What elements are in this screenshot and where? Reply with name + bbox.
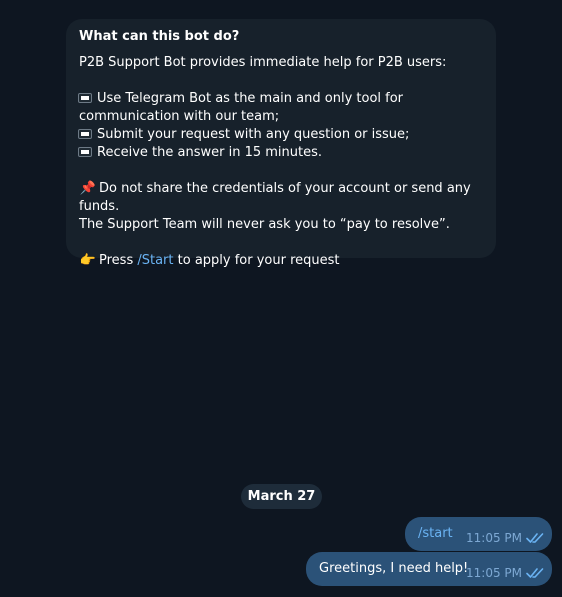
date-separator: March 27 — [241, 484, 322, 509]
bot-info-intro: P2B Support Bot provides immediate help … — [79, 55, 447, 70]
double-check-icon — [526, 533, 544, 543]
bot-info-card: What can this bot do? P2B Support Bot pr… — [66, 19, 496, 268]
start-command-link[interactable]: /Start — [137, 253, 173, 268]
outgoing-message[interactable]: Greetings, I need help! 11:05 PM — [306, 552, 552, 586]
bot-info-warning-note: The Support Team will never ask you to “… — [79, 217, 450, 232]
message-text: Greetings, I need help! — [319, 561, 469, 576]
bot-info-bullet: Use Telegram Bot as the main and only to… — [78, 91, 404, 124]
message-time: 11:05 PM — [466, 531, 522, 545]
message-meta: 11:05 PM — [466, 531, 544, 545]
phone-icon — [78, 147, 92, 157]
pushpin-icon: 📌 — [79, 181, 97, 196]
phone-icon — [78, 129, 92, 139]
message-text[interactable]: /start — [418, 525, 453, 543]
double-check-icon — [526, 568, 544, 578]
phone-icon — [78, 93, 92, 103]
bot-info-bullet: Submit your request with any question or… — [78, 126, 483, 144]
bot-info-bullet: Receive the answer in 15 minutes. — [78, 144, 483, 162]
bot-info-title: What can this bot do? — [79, 29, 240, 44]
message-time: 11:05 PM — [466, 566, 522, 580]
bot-info-cta: 👉 Press /Start to apply for your request — [79, 253, 340, 268]
bot-info-warning: 📌 Do not share the credentials of your ac… — [79, 181, 471, 214]
pointing-hand-icon: 👉 — [79, 253, 97, 268]
outgoing-message[interactable]: /start 11:05 PM — [405, 517, 552, 551]
message-meta: 11:05 PM — [466, 566, 544, 580]
